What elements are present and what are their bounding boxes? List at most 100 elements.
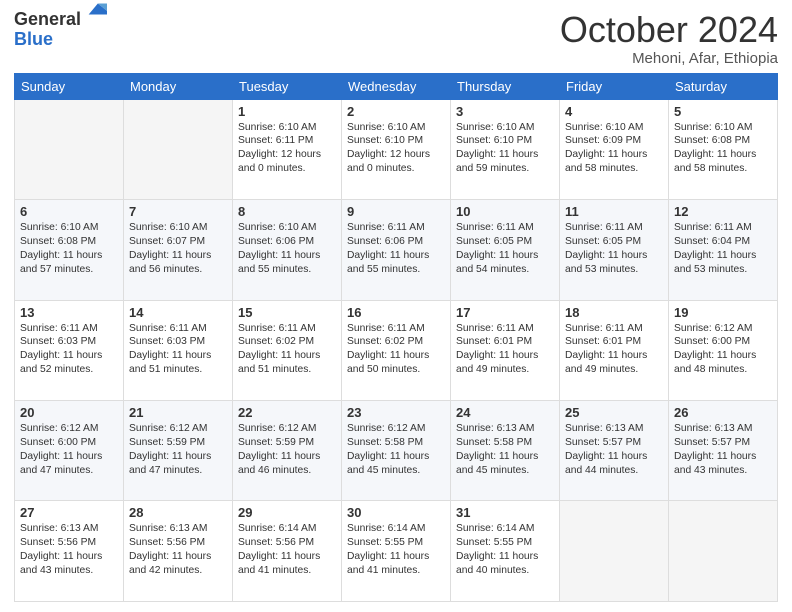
day-info: Sunrise: 6:12 AM Sunset: 6:00 PM Dayligh… bbox=[674, 322, 772, 378]
calendar-day-cell: 30Sunrise: 6:14 AM Sunset: 5:55 PM Dayli… bbox=[342, 501, 451, 602]
calendar-day-cell: 27 Sunrise: 6:13 AM Sunset: 5:56 PM Dayli… bbox=[15, 501, 124, 602]
day-number: 23 bbox=[347, 405, 445, 420]
header: General Blue October 2024 Mehoni, Afar, … bbox=[14, 10, 778, 67]
day-number: 16 bbox=[347, 305, 445, 320]
day-number: 31 bbox=[456, 505, 554, 520]
day-number: 3 bbox=[456, 104, 554, 119]
calendar-day-cell: 28 Sunrise: 6:13 AM Sunset: 5:56 PM Dayli… bbox=[124, 501, 233, 602]
day-number: 21 bbox=[129, 405, 227, 420]
day-number: 18 bbox=[565, 305, 663, 320]
calendar-day-cell: 21 Sunrise: 6:12 AM Sunset: 5:59 PM Dayli… bbox=[124, 401, 233, 501]
calendar-day-header: Thursday bbox=[451, 73, 560, 99]
day-info: Sunrise: 6:10 AM Sunset: 6:10 PM Dayligh… bbox=[347, 121, 445, 177]
calendar-day-cell: 31 Sunrise: 6:14 AM Sunset: 5:55 PM Dayli… bbox=[451, 501, 560, 602]
calendar-day-cell bbox=[560, 501, 669, 602]
calendar-day-cell: 4 Sunrise: 6:10 AM Sunset: 6:09 PM Daylig… bbox=[560, 99, 669, 199]
day-number: 27 bbox=[20, 505, 118, 520]
calendar-day-cell: 8Sunrise: 6:10 AM Sunset: 6:06 PM Daylig… bbox=[233, 200, 342, 300]
day-info: Sunrise: 6:14 AM Sunset: 5:56 PM Dayligh… bbox=[238, 522, 336, 578]
day-number: 10 bbox=[456, 204, 554, 219]
calendar-day-cell: 19Sunrise: 6:12 AM Sunset: 6:00 PM Dayli… bbox=[669, 300, 778, 400]
day-number: 25 bbox=[565, 405, 663, 420]
day-info: Sunrise: 6:10 AM Sunset: 6:10 PM Dayligh… bbox=[456, 121, 554, 177]
logo-text: General Blue bbox=[14, 10, 81, 50]
day-info: Sunrise: 6:13 AM Sunset: 5:57 PM Dayligh… bbox=[674, 422, 772, 478]
day-number: 1 bbox=[238, 104, 336, 119]
calendar-day-cell bbox=[15, 99, 124, 199]
calendar-week-row: 20Sunrise: 6:12 AM Sunset: 6:00 PM Dayli… bbox=[15, 401, 778, 501]
calendar-day-cell: 11 Sunrise: 6:11 AM Sunset: 6:05 PM Dayli… bbox=[560, 200, 669, 300]
day-number: 11 bbox=[565, 204, 663, 219]
day-number: 14 bbox=[129, 305, 227, 320]
calendar-day-cell: 3 Sunrise: 6:10 AM Sunset: 6:10 PM Daylig… bbox=[451, 99, 560, 199]
calendar-day-cell: 1 Sunrise: 6:10 AM Sunset: 6:11 PM Daylig… bbox=[233, 99, 342, 199]
calendar-day-header: Sunday bbox=[15, 73, 124, 99]
calendar-day-header: Wednesday bbox=[342, 73, 451, 99]
calendar-day-cell: 23Sunrise: 6:12 AM Sunset: 5:58 PM Dayli… bbox=[342, 401, 451, 501]
month-title: October 2024 bbox=[560, 10, 778, 50]
calendar-day-cell: 14Sunrise: 6:11 AM Sunset: 6:03 PM Dayli… bbox=[124, 300, 233, 400]
calendar-day-header: Friday bbox=[560, 73, 669, 99]
calendar-day-cell: 16 Sunrise: 6:11 AM Sunset: 6:02 PM Dayli… bbox=[342, 300, 451, 400]
day-number: 4 bbox=[565, 104, 663, 119]
calendar-day-cell: 5Sunrise: 6:10 AM Sunset: 6:08 PM Daylig… bbox=[669, 99, 778, 199]
day-info: Sunrise: 6:13 AM Sunset: 5:57 PM Dayligh… bbox=[565, 422, 663, 478]
day-number: 15 bbox=[238, 305, 336, 320]
day-number: 22 bbox=[238, 405, 336, 420]
day-number: 9 bbox=[347, 204, 445, 219]
day-number: 12 bbox=[674, 204, 772, 219]
calendar-day-cell: 9 Sunrise: 6:11 AM Sunset: 6:06 PM Daylig… bbox=[342, 200, 451, 300]
day-info: Sunrise: 6:13 AM Sunset: 5:56 PM Dayligh… bbox=[129, 522, 227, 578]
calendar-week-row: 6 Sunrise: 6:10 AM Sunset: 6:08 PM Daylig… bbox=[15, 200, 778, 300]
day-number: 29 bbox=[238, 505, 336, 520]
logo-blue: Blue bbox=[14, 30, 81, 50]
day-info: Sunrise: 6:11 AM Sunset: 6:03 PM Dayligh… bbox=[20, 322, 118, 378]
calendar-day-cell: 18Sunrise: 6:11 AM Sunset: 6:01 PM Dayli… bbox=[560, 300, 669, 400]
calendar-day-cell: 10 Sunrise: 6:11 AM Sunset: 6:05 PM Dayli… bbox=[451, 200, 560, 300]
calendar-day-header: Tuesday bbox=[233, 73, 342, 99]
calendar-day-cell: 29 Sunrise: 6:14 AM Sunset: 5:56 PM Dayli… bbox=[233, 501, 342, 602]
day-info: Sunrise: 6:10 AM Sunset: 6:06 PM Dayligh… bbox=[238, 221, 336, 277]
calendar-day-cell: 13Sunrise: 6:11 AM Sunset: 6:03 PM Dayli… bbox=[15, 300, 124, 400]
calendar-day-cell: 20Sunrise: 6:12 AM Sunset: 6:00 PM Dayli… bbox=[15, 401, 124, 501]
day-number: 7 bbox=[129, 204, 227, 219]
day-number: 20 bbox=[20, 405, 118, 420]
logo-general: General bbox=[14, 10, 81, 30]
day-number: 26 bbox=[674, 405, 772, 420]
calendar-header-row: SundayMondayTuesdayWednesdayThursdayFrid… bbox=[15, 73, 778, 99]
day-info: Sunrise: 6:11 AM Sunset: 6:04 PM Dayligh… bbox=[674, 221, 772, 277]
calendar-day-cell: 17Sunrise: 6:11 AM Sunset: 6:01 PM Dayli… bbox=[451, 300, 560, 400]
day-info: Sunrise: 6:10 AM Sunset: 6:08 PM Dayligh… bbox=[20, 221, 118, 277]
day-number: 28 bbox=[129, 505, 227, 520]
day-info: Sunrise: 6:13 AM Sunset: 5:58 PM Dayligh… bbox=[456, 422, 554, 478]
calendar-day-cell bbox=[124, 99, 233, 199]
day-number: 24 bbox=[456, 405, 554, 420]
day-info: Sunrise: 6:11 AM Sunset: 6:05 PM Dayligh… bbox=[456, 221, 554, 277]
calendar-day-cell: 2Sunrise: 6:10 AM Sunset: 6:10 PM Daylig… bbox=[342, 99, 451, 199]
day-info: Sunrise: 6:11 AM Sunset: 6:02 PM Dayligh… bbox=[238, 322, 336, 378]
calendar-week-row: 27 Sunrise: 6:13 AM Sunset: 5:56 PM Dayli… bbox=[15, 501, 778, 602]
day-info: Sunrise: 6:11 AM Sunset: 6:05 PM Dayligh… bbox=[565, 221, 663, 277]
day-info: Sunrise: 6:11 AM Sunset: 6:01 PM Dayligh… bbox=[456, 322, 554, 378]
page: General Blue October 2024 Mehoni, Afar, … bbox=[0, 0, 792, 612]
day-info: Sunrise: 6:12 AM Sunset: 5:59 PM Dayligh… bbox=[238, 422, 336, 478]
calendar-day-header: Monday bbox=[124, 73, 233, 99]
calendar-day-header: Saturday bbox=[669, 73, 778, 99]
calendar-day-cell: 12 Sunrise: 6:11 AM Sunset: 6:04 PM Dayli… bbox=[669, 200, 778, 300]
day-info: Sunrise: 6:10 AM Sunset: 6:07 PM Dayligh… bbox=[129, 221, 227, 277]
day-number: 5 bbox=[674, 104, 772, 119]
day-info: Sunrise: 6:12 AM Sunset: 5:59 PM Dayligh… bbox=[129, 422, 227, 478]
location: Mehoni, Afar, Ethiopia bbox=[560, 50, 778, 67]
calendar-day-cell: 26 Sunrise: 6:13 AM Sunset: 5:57 PM Dayli… bbox=[669, 401, 778, 501]
day-info: Sunrise: 6:14 AM Sunset: 5:55 PM Dayligh… bbox=[456, 522, 554, 578]
day-info: Sunrise: 6:13 AM Sunset: 5:56 PM Dayligh… bbox=[20, 522, 118, 578]
day-info: Sunrise: 6:10 AM Sunset: 6:11 PM Dayligh… bbox=[238, 121, 336, 177]
logo-icon bbox=[85, 0, 107, 20]
day-info: Sunrise: 6:11 AM Sunset: 6:06 PM Dayligh… bbox=[347, 221, 445, 277]
calendar-week-row: 1 Sunrise: 6:10 AM Sunset: 6:11 PM Daylig… bbox=[15, 99, 778, 199]
calendar-day-cell: 6 Sunrise: 6:10 AM Sunset: 6:08 PM Daylig… bbox=[15, 200, 124, 300]
calendar-day-cell: 25 Sunrise: 6:13 AM Sunset: 5:57 PM Dayli… bbox=[560, 401, 669, 501]
day-info: Sunrise: 6:10 AM Sunset: 6:09 PM Dayligh… bbox=[565, 121, 663, 177]
day-info: Sunrise: 6:11 AM Sunset: 6:02 PM Dayligh… bbox=[347, 322, 445, 378]
day-number: 6 bbox=[20, 204, 118, 219]
